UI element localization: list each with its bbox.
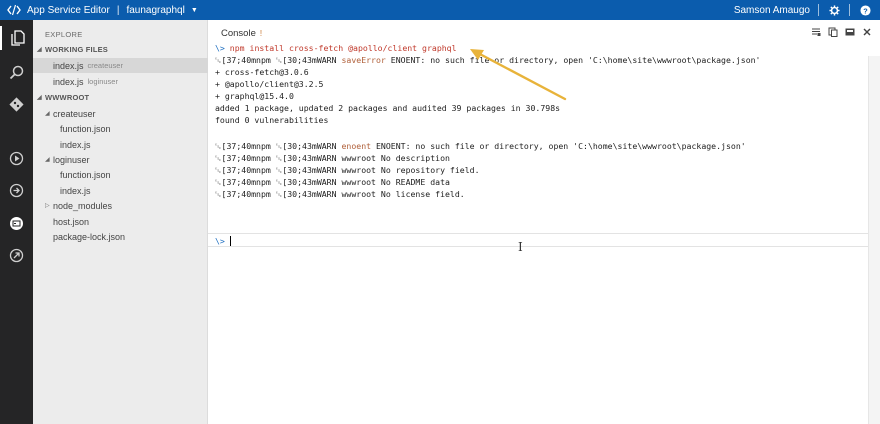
folder-createuser[interactable]: ◢ createuser [33,106,208,121]
copy-icon[interactable] [828,27,838,37]
divider [849,4,850,16]
tree-file-item[interactable]: index.js [33,183,208,198]
main-panel: Console ! \> npm install cross-fetch @ap… [208,20,880,424]
site-name: faunagraphql [126,4,185,16]
console-prompt: \> [215,43,225,53]
warning-badge: ! [259,29,263,38]
title-bar: App Service Editor | faunagraphql ▼ Sams… [0,0,880,20]
tree-file-item[interactable]: function.json [33,121,208,136]
file-name: index.js [53,60,84,71]
mouse-ibeam-cursor: I [518,240,523,254]
explorer-sidebar: EXPLORE ◢ WORKING FILES index.js createu… [33,20,208,424]
triangle-right-icon: ▷ [45,203,50,209]
title-separator: | [116,4,120,16]
file-name: function.json [60,169,111,180]
folder-name: createuser [53,108,96,119]
gear-icon[interactable] [827,3,841,17]
search-icon[interactable] [0,60,33,84]
tab-label: Console [221,28,256,39]
triangle-down-icon: ◢ [45,111,50,117]
folder-name: node_modules [53,200,113,211]
file-folder: loginuser [87,77,118,86]
user-name[interactable]: Samson Amaugo [734,5,810,16]
triangle-down-icon: ◢ [45,157,50,163]
text-cursor [230,236,231,246]
console-toolbar [811,27,872,37]
activity-bar [0,20,33,424]
console-command: npm install cross-fetch @apollo/client g… [229,43,457,53]
caret-down-icon: ▼ [190,6,198,14]
console-line: + graphql@15.4.0 [215,91,294,101]
close-icon[interactable] [862,27,872,37]
console-line: + cross-fetch@3.0.6 [215,67,309,77]
wwwroot-section[interactable]: ◢ WWWROOT [33,90,208,105]
working-file-item[interactable]: index.js loginuser [33,74,208,89]
app-logo-icon [7,4,21,16]
console-line: ␛[37;40mnpm ␛[30;43mWARN wwwroot No repo… [215,165,480,175]
tree-file-item[interactable]: index.js [33,137,208,152]
console-input[interactable]: \> [208,233,880,247]
file-name: index.js [60,139,91,150]
svg-text:?: ? [863,6,868,15]
tree-file-item[interactable]: function.json [33,167,208,182]
files-icon[interactable] [0,26,33,50]
app-title: App Service Editor [27,4,110,16]
console-line: ␛[37;40mnpm ␛[30;43mWARN wwwroot No READ… [215,177,450,187]
git-icon[interactable] [0,92,33,116]
run-icon[interactable] [0,146,33,170]
explorer-header: EXPLORE [45,30,83,39]
console-line: + @apollo/client@3.2.5 [215,79,324,89]
file-name: function.json [60,123,111,134]
console-input-prompt: \> [215,236,225,246]
file-name: index.js [60,185,91,196]
console-icon[interactable] [0,211,33,235]
folder-loginuser[interactable]: ◢ loginuser [33,152,208,167]
site-selector[interactable]: faunagraphql ▼ [126,5,197,16]
console-line: ␛[37;40mnpm ␛[30;43mWARN enoent ENOENT: … [215,141,746,151]
folder-name: loginuser [53,154,90,165]
console-command-line: \> npm install cross-fetch @apollo/clien… [215,42,457,54]
working-files-section[interactable]: ◢ WORKING FILES [33,42,208,57]
divider [818,4,819,16]
vertical-scrollbar[interactable] [868,56,880,424]
clear-console-icon[interactable] [811,27,821,37]
console-line: ␛[37;40mnpm ␛[30;43mWARN wwwroot No lice… [215,189,465,199]
file-name: package-lock.json [53,231,126,242]
console-line: found 0 vulnerabilities [215,115,329,125]
console-line: added 1 package, updated 2 packages and … [215,103,561,113]
console-line: ␛[37;40mnpm ␛[30;43mWARN wwwroot No desc… [215,153,450,163]
help-icon[interactable]: ? [858,3,872,17]
working-files-label: WORKING FILES [45,45,109,54]
file-name: index.js [53,76,84,87]
wwwroot-label: WWWROOT [45,93,90,102]
output-icon[interactable] [0,178,33,202]
open-site-icon[interactable] [0,243,33,267]
console-line: ␛[37;40mnpm ␛[30;43mWARN saveError ENOEN… [215,55,761,65]
tree-file-item[interactable]: package-lock.json [33,229,208,244]
triangle-down-icon: ◢ [37,47,42,53]
working-file-item[interactable]: index.js createuser [33,58,208,73]
triangle-down-icon: ◢ [37,95,42,101]
folder-node-modules[interactable]: ▷ node_modules [33,198,208,213]
tree-file-item[interactable]: host.json [33,214,208,229]
layout-icon[interactable] [845,27,855,37]
tab-console[interactable]: Console ! [221,28,262,39]
file-folder: createuser [87,61,123,70]
file-name: host.json [53,216,90,227]
